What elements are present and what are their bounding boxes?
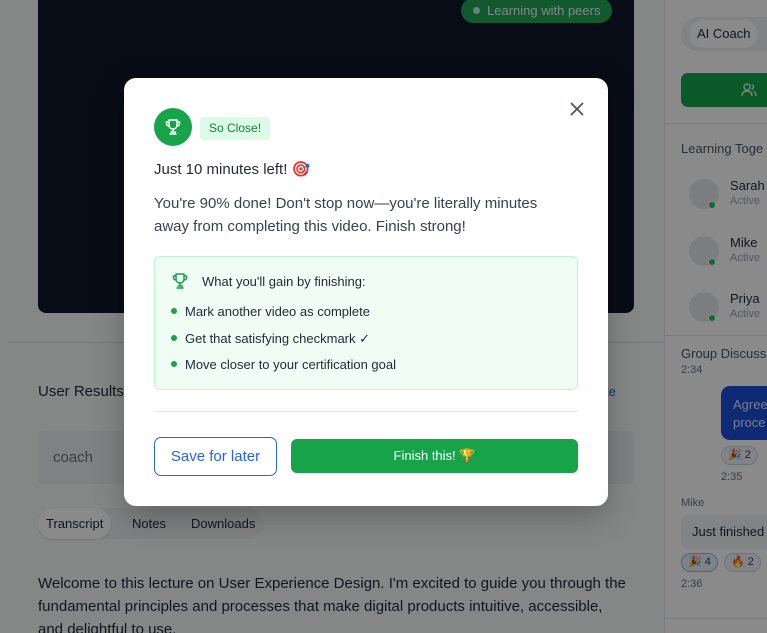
bullet-icon [171,360,177,367]
trophy-icon [165,119,181,135]
close-icon[interactable] [568,100,586,118]
status-badge: So Close! [200,117,271,140]
gains-title: What you'll gain by finishing: [202,274,366,289]
trophy-badge [154,108,192,146]
finish-button[interactable]: Finish this! 🏆 [291,439,578,473]
modal-body-text: You're 90% done! Don't stop now—you're l… [154,195,538,235]
trophy-icon [172,273,188,289]
list-item: Get that satisfying checkmark ✓ [171,331,370,347]
completion-nudge-modal: So Close! Just 10 minutes left! 🎯 You're… [124,78,608,506]
gains-panel: What you'll gain by finishing: Mark anot… [154,256,578,390]
save-for-later-button[interactable]: Save for later [154,437,277,476]
gain-item-text: Move closer to your certification goal [185,357,396,372]
gain-item-text: Get that satisfying checkmark ✓ [185,331,371,346]
list-item: Move closer to your certification goal [171,357,396,372]
modal-divider [154,411,578,412]
bullet-icon [171,307,177,314]
bullet-icon [171,334,177,341]
list-item: Mark another video as complete [171,304,370,319]
modal-title: Just 10 minutes left! 🎯 [154,161,311,178]
gain-item-text: Mark another video as complete [185,304,370,319]
